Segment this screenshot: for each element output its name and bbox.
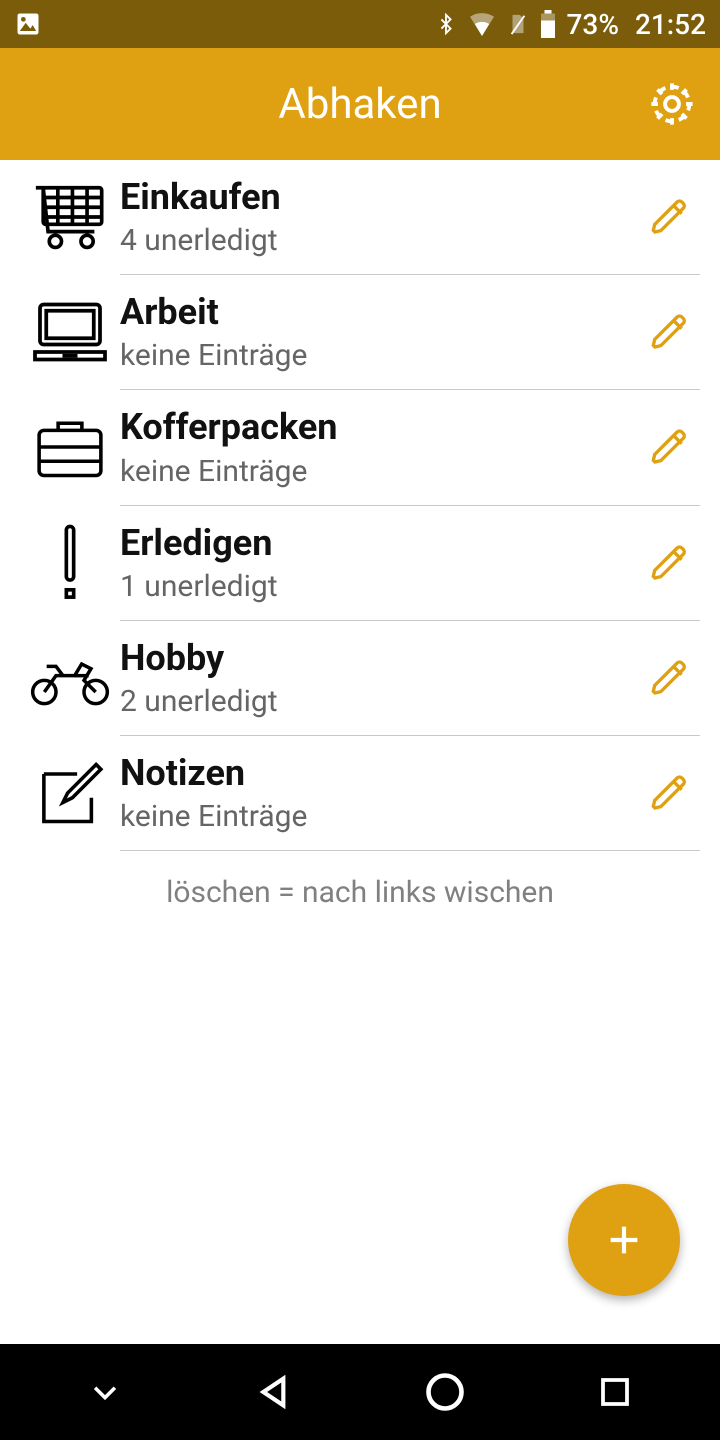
list-item-subtitle: 1 unerledigt (120, 569, 640, 604)
nav-home-button[interactable] (415, 1362, 475, 1422)
nav-back-button[interactable] (245, 1362, 305, 1422)
edit-button[interactable] (640, 197, 700, 237)
nav-recent-button[interactable] (585, 1362, 645, 1422)
list-item-notizen[interactable]: Notizen keine Einträge (0, 736, 720, 850)
list-item-arbeit[interactable]: Arbeit keine Einträge (0, 275, 720, 389)
add-list-button[interactable] (568, 1184, 680, 1296)
edit-button[interactable] (640, 773, 700, 813)
wifi-icon (467, 12, 497, 36)
list-item-title: Kofferpacken (120, 406, 640, 449)
pencil-icon (650, 658, 690, 698)
motorcycle-icon (20, 648, 120, 708)
edit-button[interactable] (640, 427, 700, 467)
status-bar: 73% 21:52 (0, 0, 720, 48)
list-item-title: Hobby (120, 637, 640, 680)
exclamation-icon (20, 524, 120, 602)
pencil-icon (650, 197, 690, 237)
list-item-einkaufen[interactable]: Einkaufen 4 unerledigt (0, 160, 720, 274)
list-item-subtitle: keine Einträge (120, 799, 640, 834)
list-item-title: Erledigen (120, 522, 640, 565)
gear-icon (646, 78, 698, 130)
clock-text: 21:52 (635, 8, 706, 41)
list-item-hobby[interactable]: Hobby 2 unerledigt (0, 621, 720, 735)
system-nav-bar (0, 1344, 720, 1440)
list-item-subtitle: keine Einträge (120, 338, 640, 373)
list-item-title: Arbeit (120, 291, 640, 334)
picture-icon (14, 10, 42, 38)
pencil-icon (650, 427, 690, 467)
settings-button[interactable] (644, 76, 700, 132)
laptop-icon (20, 297, 120, 367)
cart-icon (20, 182, 120, 252)
bluetooth-icon (435, 10, 457, 38)
edit-button[interactable] (640, 312, 700, 352)
list-item-title: Einkaufen (120, 176, 640, 219)
battery-text: 73% (567, 8, 619, 41)
pencil-icon (650, 773, 690, 813)
list-item-subtitle: keine Einträge (120, 454, 640, 489)
pencil-icon (650, 543, 690, 583)
app-title: Abhaken (278, 80, 441, 129)
list-item-kofferpacken[interactable]: Kofferpacken keine Einträge (0, 390, 720, 504)
note-icon (20, 755, 120, 831)
battery-icon (539, 10, 557, 38)
list-item-subtitle: 4 unerledigt (120, 223, 640, 258)
app-bar: Abhaken (0, 48, 720, 160)
edit-button[interactable] (640, 658, 700, 698)
list-item-title: Notizen (120, 752, 640, 795)
nav-keyboard-down[interactable] (75, 1362, 135, 1422)
list-item-erledigen[interactable]: Erledigen 1 unerledigt (0, 506, 720, 620)
pencil-icon (650, 312, 690, 352)
suitcase-icon (20, 412, 120, 482)
swipe-hint: löschen = nach links wischen (0, 851, 720, 934)
list-item-subtitle: 2 unerledigt (120, 684, 640, 719)
edit-button[interactable] (640, 543, 700, 583)
category-list: Einkaufen 4 unerledigt Arbeit keine Eint… (0, 160, 720, 934)
sim-icon (507, 10, 529, 38)
plus-icon (604, 1220, 644, 1260)
